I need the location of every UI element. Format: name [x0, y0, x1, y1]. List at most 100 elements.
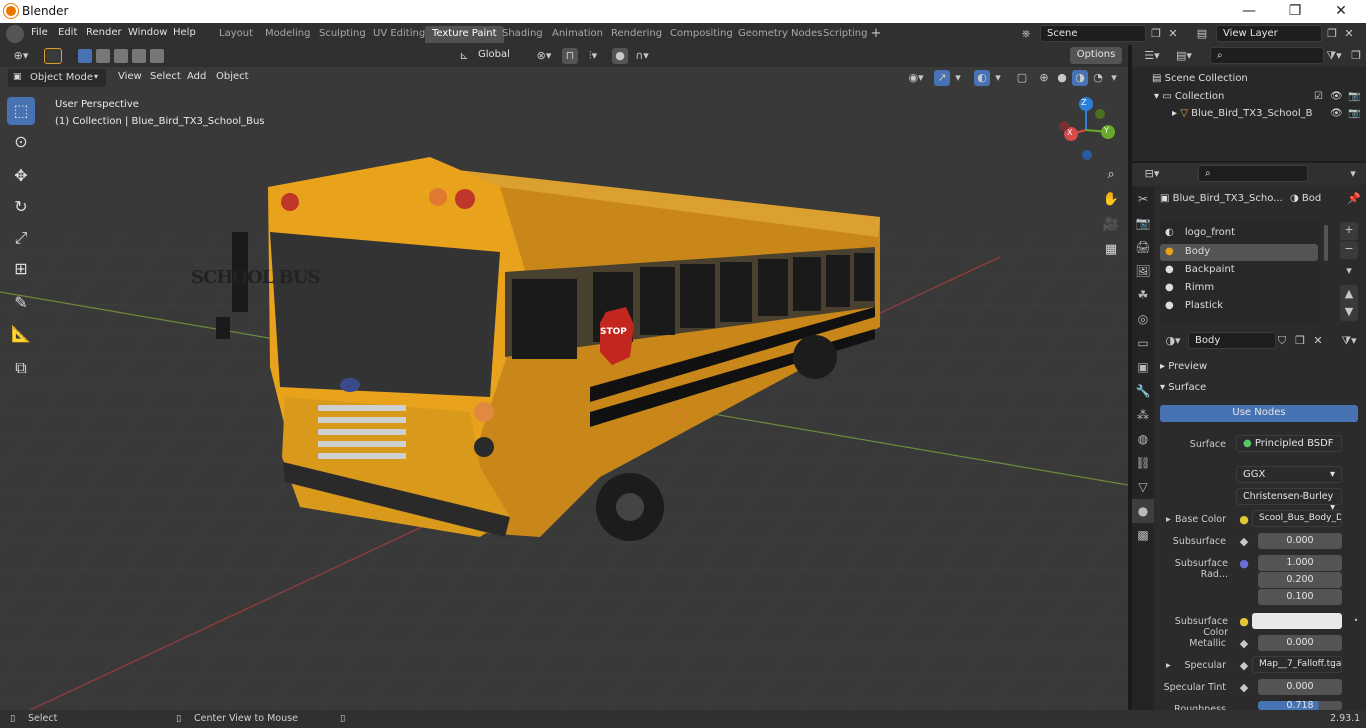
mode-invert-icon[interactable]	[132, 49, 146, 63]
distribution-dropdown[interactable]: GGX ▾	[1236, 466, 1342, 483]
camera-icon[interactable]: 🎥	[1101, 215, 1121, 235]
world-tab-icon[interactable]: ◎	[1132, 307, 1154, 331]
tab-sculpting[interactable]: Sculpting	[312, 26, 373, 43]
rotate-tool-icon[interactable]: ↻	[7, 193, 35, 221]
color-socket-icon[interactable]: ●	[1238, 614, 1250, 630]
outliner-row-collection[interactable]: ▾ ▭ Collection ☑ 👁 📷	[1154, 91, 1366, 102]
specular-tint-value-field[interactable]: 0.000	[1258, 679, 1342, 695]
maximize-button[interactable]: ❐	[1272, 0, 1318, 23]
tab-scripting[interactable]: Scripting	[816, 26, 874, 43]
add-cube-tool-icon[interactable]: ⧉	[7, 354, 35, 382]
tab-rendering[interactable]: Rendering	[604, 26, 669, 43]
mode-dropdown[interactable]: ▣ Object Mode ▾	[8, 69, 106, 87]
gizmo-y-label[interactable]: Y	[1104, 126, 1109, 135]
material-slot-body[interactable]: ● Body	[1160, 244, 1318, 261]
xray-icon[interactable]: ▢	[1014, 70, 1030, 86]
select-box-tool-icon[interactable]	[44, 48, 62, 64]
menu-window[interactable]: Window	[128, 27, 167, 38]
view-layer-tab-icon[interactable]: 🖼	[1132, 259, 1154, 283]
physics-tab-icon[interactable]: ◍	[1132, 427, 1154, 451]
expand-arrow-icon[interactable]: ▸	[1172, 108, 1180, 119]
cursor-tool-icon[interactable]: ⊙	[7, 128, 35, 156]
tab-animation[interactable]: Animation	[545, 26, 610, 43]
material-slot-plastick[interactable]: ● Plastick	[1165, 300, 1223, 311]
fake-user-shield-icon[interactable]: ⛉	[1274, 333, 1290, 349]
subsurface-color-swatch[interactable]	[1252, 613, 1342, 629]
scene-tab-icon[interactable]: ☘	[1132, 283, 1154, 307]
tab-modeling[interactable]: Modeling	[258, 26, 318, 43]
shading-dropdown-icon[interactable]: ▾	[1108, 70, 1120, 86]
subsurface-radius-z-field[interactable]: 0.100	[1258, 589, 1342, 605]
data-tab-icon[interactable]: ▽	[1132, 475, 1154, 499]
eye-icon[interactable]: 👁	[1330, 108, 1343, 119]
menu-add[interactable]: Add	[187, 71, 206, 82]
tab-compositing[interactable]: Compositing	[663, 26, 740, 43]
unlink-scene-icon[interactable]: ✕	[1166, 26, 1180, 42]
outliner-search-input[interactable]: ⌕	[1210, 47, 1324, 64]
menu-select[interactable]: Select	[150, 71, 181, 82]
menu-view[interactable]: View	[118, 71, 142, 82]
options-dropdown[interactable]: Options	[1070, 47, 1122, 64]
move-tool-icon[interactable]: ✥	[7, 162, 35, 190]
remove-view-layer-icon[interactable]: ✕	[1342, 26, 1356, 42]
base-color-texture-field[interactable]: Scool_Bus_Body_Dif...	[1252, 510, 1342, 527]
minimize-button[interactable]: —	[1226, 0, 1272, 23]
menu-help[interactable]: Help	[173, 27, 196, 38]
subsurface-radius-y-field[interactable]: 0.200	[1258, 572, 1342, 588]
specular-texture-field[interactable]: Map__7_Falloff.tga	[1252, 656, 1342, 673]
add-slot-icon[interactable]: +	[1340, 222, 1358, 240]
duplicate-material-icon[interactable]: ❐	[1292, 333, 1308, 349]
shading-rendered-icon[interactable]: ◔	[1090, 70, 1106, 86]
scale-tool-icon[interactable]: ⤢	[7, 224, 35, 252]
scene-icon[interactable]: ⎈	[1014, 26, 1038, 42]
render-camera-icon[interactable]: 📷	[1348, 91, 1360, 102]
menu-file[interactable]: File	[31, 27, 48, 38]
collection-tab-icon[interactable]: ▭	[1132, 331, 1154, 355]
browse-material-icon[interactable]: ◑▾	[1160, 333, 1186, 349]
perspective-grid-icon[interactable]: ▦	[1101, 240, 1121, 260]
proportional-edit-icon[interactable]: ●	[612, 48, 628, 64]
preview-panel-header[interactable]: ▸ Preview	[1160, 361, 1207, 372]
tab-uv-editing[interactable]: UV Editing	[366, 26, 432, 43]
tab-shading[interactable]: Shading	[495, 26, 550, 43]
view-layer-icon[interactable]: ▤	[1190, 26, 1214, 42]
mode-intersect-icon[interactable]	[150, 49, 164, 63]
use-nodes-button[interactable]: Use Nodes	[1160, 405, 1358, 422]
gizmo-z-label[interactable]: Z	[1081, 98, 1086, 107]
tab-geometry-nodes[interactable]: Geometry Nodes	[731, 26, 829, 43]
object-tab-icon[interactable]: ▣	[1132, 355, 1154, 379]
color-socket-icon[interactable]: ●	[1238, 512, 1250, 528]
falloff-icon[interactable]: ∩▾	[630, 48, 654, 64]
shading-wireframe-icon[interactable]: ⊕	[1036, 70, 1052, 86]
display-mode-icon[interactable]: ▤▾	[1172, 48, 1196, 64]
annotate-tool-icon[interactable]: ✎	[7, 289, 35, 317]
material-slot-rimm[interactable]: ● Rimm	[1165, 282, 1214, 293]
vector-socket-icon[interactable]: ●	[1238, 556, 1250, 572]
panel-options-icon[interactable]: ▾	[1346, 166, 1360, 182]
mode-extend-icon[interactable]	[96, 49, 110, 63]
expand-arrow-icon[interactable]: ▸	[1166, 514, 1171, 525]
render-camera-icon[interactable]: 📷	[1348, 108, 1360, 119]
remove-slot-icon[interactable]: −	[1340, 241, 1358, 259]
menu-render[interactable]: Render	[86, 27, 122, 38]
visibility-icon[interactable]: ◉▾	[902, 70, 930, 86]
measure-tool-icon[interactable]: 📐	[7, 320, 35, 348]
exclude-checkbox-icon[interactable]: ☑	[1314, 91, 1323, 102]
menu-object[interactable]: Object	[216, 71, 249, 82]
select-tool-icon[interactable]: ⬚	[7, 97, 35, 125]
subsurface-method-dropdown[interactable]: Christensen-Burley ▾	[1236, 488, 1342, 513]
subsurface-value-field[interactable]: 0.000	[1258, 533, 1342, 549]
slot-list-scrollbar[interactable]	[1324, 225, 1328, 261]
add-workspace-icon[interactable]: +	[868, 26, 884, 42]
material-slot-backpaint[interactable]: ● Backpaint	[1165, 264, 1235, 275]
overlay-dropdown-icon[interactable]: ▾	[992, 70, 1004, 86]
expand-arrow-icon[interactable]: ▸	[1166, 660, 1171, 671]
outliner-editor-icon[interactable]: ☰▾	[1140, 48, 1164, 64]
view-layer-field[interactable]: View Layer	[1216, 25, 1322, 42]
constraints-tab-icon[interactable]: ⛓	[1132, 451, 1154, 475]
expand-arrow-icon[interactable]: ▾	[1154, 91, 1162, 102]
new-scene-icon[interactable]: ❐	[1148, 26, 1164, 42]
particles-tab-icon[interactable]: ⁂	[1132, 403, 1154, 427]
snap-icon[interactable]: ⊓	[562, 48, 578, 64]
3d-viewport[interactable]: SCHOOL BUS STOP Z X Y ▣ Object Mode ▾ Vi…	[0, 67, 1128, 710]
